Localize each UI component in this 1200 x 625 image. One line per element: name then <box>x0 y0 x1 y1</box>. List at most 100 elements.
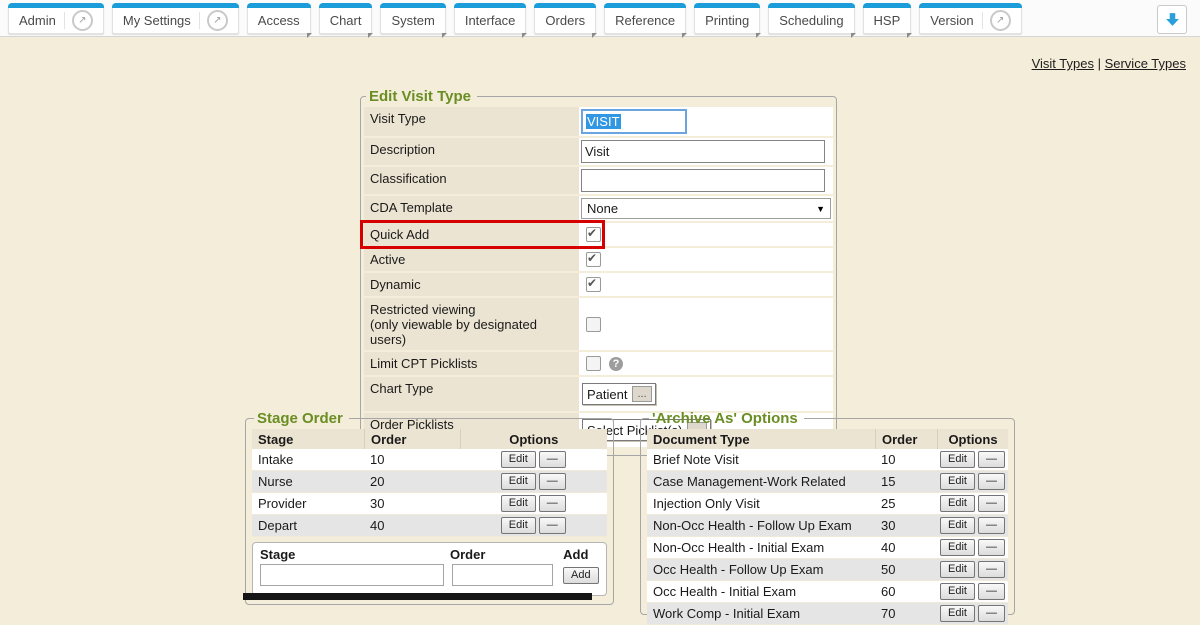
options-cell: Edit— <box>937 581 1008 602</box>
top-navbar: Admin ↗ My Settings ↗ Access Chart System Inter… <box>0 0 1200 37</box>
nav-tab-my-settings[interactable]: My Settings ↗ <box>112 3 239 34</box>
classification-input[interactable] <box>581 169 825 192</box>
nav-tab-system[interactable]: System <box>380 3 445 34</box>
nav-tab-access[interactable]: Access <box>247 3 311 34</box>
remove-button[interactable]: — <box>978 539 1005 556</box>
remove-button[interactable]: — <box>978 583 1005 600</box>
nav-collapse-button[interactable] <box>1157 5 1187 34</box>
download-arrow-icon <box>1164 11 1181 28</box>
help-icon[interactable]: ? <box>609 357 623 371</box>
nav-tab-label: My Settings <box>123 13 191 28</box>
quick-add-checkbox[interactable] <box>586 227 601 242</box>
edit-button[interactable]: Edit <box>940 561 975 578</box>
field-value-cell <box>579 167 833 194</box>
edit-button[interactable]: Edit <box>940 517 975 534</box>
options-cell: Edit— <box>937 515 1008 536</box>
nav-tabs: Admin ↗ My Settings ↗ Access Chart System Inter… <box>8 3 1022 34</box>
description-input[interactable]: Visit <box>581 140 825 163</box>
edit-button[interactable]: Edit <box>940 583 975 600</box>
dynamic-checkbox[interactable] <box>586 277 601 292</box>
table-row: Work Comp - Initial Exam70Edit— <box>647 603 1008 625</box>
field-label: Active <box>364 248 579 271</box>
nav-tab-admin[interactable]: Admin ↗ <box>8 3 104 34</box>
field-label: Classification <box>364 167 579 194</box>
edit-button[interactable]: Edit <box>940 473 975 490</box>
edit-button[interactable]: Edit <box>940 451 975 468</box>
document-type-cell: Occ Health - Initial Exam <box>647 582 875 601</box>
edit-button[interactable]: Edit <box>940 605 975 622</box>
remove-button[interactable]: — <box>978 495 1005 512</box>
nav-tab-label: Orders <box>545 13 585 28</box>
remove-button[interactable]: — <box>539 473 566 490</box>
document-type-cell: Work Comp - Initial Exam <box>647 604 875 623</box>
submenu-fold-icon <box>682 33 687 38</box>
remove-button[interactable]: — <box>539 517 566 534</box>
add-stage-button[interactable]: Add <box>563 567 599 584</box>
field-value-cell <box>579 273 833 296</box>
field-value-cell <box>579 298 833 350</box>
form-row-active: Active <box>364 248 833 273</box>
remove-button[interactable]: — <box>978 517 1005 534</box>
edit-visit-type-fieldset: Edit Visit Type Visit TypeVISITDescripti… <box>360 88 837 456</box>
edit-button[interactable]: Edit <box>940 495 975 512</box>
nav-tab-label: Admin <box>19 13 56 28</box>
remove-button[interactable]: — <box>539 451 566 468</box>
field-label-text: Quick Add <box>370 227 575 242</box>
nav-tab-hsp[interactable]: HSP <box>863 3 912 34</box>
submenu-fold-icon <box>592 33 597 38</box>
new-order-input[interactable] <box>452 564 553 586</box>
remove-button[interactable]: — <box>978 605 1005 622</box>
visit-types-link[interactable]: Visit Types <box>1032 56 1094 71</box>
submenu-fold-icon <box>851 33 856 38</box>
edit-button[interactable]: Edit <box>501 451 536 468</box>
new-stage-input[interactable] <box>260 564 444 586</box>
document-type-cell: Non-Occ Health - Follow Up Exam <box>647 516 875 535</box>
submenu-fold-icon <box>907 33 912 38</box>
picker-value: Patient <box>587 387 627 402</box>
restricted-viewing-checkbox[interactable] <box>586 317 601 332</box>
field-value-cell <box>579 248 833 271</box>
active-checkbox[interactable] <box>586 252 601 267</box>
edit-button[interactable]: Edit <box>501 517 536 534</box>
clipped-dark-bar <box>243 593 592 600</box>
ellipsis-button[interactable]: ... <box>632 386 651 402</box>
remove-button[interactable]: — <box>978 561 1005 578</box>
nav-tab-printing[interactable]: Printing <box>694 3 760 34</box>
link-separator: | <box>1094 56 1105 71</box>
form-row-quick-add: Quick Add <box>364 223 833 248</box>
nav-tab-chart[interactable]: Chart <box>319 3 373 34</box>
field-label-text: Restricted viewing <box>370 302 575 317</box>
nav-tab-interface[interactable]: Interface <box>454 3 527 34</box>
order-cell: 30 <box>364 494 460 513</box>
document-type-cell: Injection Only Visit <box>647 494 875 513</box>
limit-cpt-picklists-checkbox[interactable] <box>586 356 601 371</box>
col-order: Order <box>875 429 937 449</box>
options-cell: Edit— <box>937 471 1008 492</box>
nav-tab-label: Chart <box>330 13 362 28</box>
options-cell: Edit— <box>937 559 1008 580</box>
nav-tab-reference[interactable]: Reference <box>604 3 686 34</box>
remove-button[interactable]: — <box>978 451 1005 468</box>
external-link-icon[interactable]: ↗ <box>990 10 1011 31</box>
stage-table-header: Stage Order Options <box>252 429 607 449</box>
remove-button[interactable]: — <box>539 495 566 512</box>
nav-tab-orders[interactable]: Orders <box>534 3 596 34</box>
edit-button[interactable]: Edit <box>501 473 536 490</box>
external-link-icon[interactable]: ↗ <box>72 10 93 31</box>
chart-type-picker[interactable]: Patient... <box>582 383 656 405</box>
visit-type-input[interactable]: VISIT <box>581 109 687 134</box>
remove-button[interactable]: — <box>978 473 1005 490</box>
chevron-down-icon: ▼ <box>816 204 825 214</box>
service-types-link[interactable]: Service Types <box>1105 56 1186 71</box>
nav-tab-scheduling[interactable]: Scheduling <box>768 3 854 34</box>
table-row: Non-Occ Health - Initial Exam40Edit— <box>647 537 1008 559</box>
nav-tab-version[interactable]: Version↗ <box>919 3 1021 34</box>
edit-button[interactable]: Edit <box>940 539 975 556</box>
order-cell: 10 <box>364 450 460 469</box>
edit-button[interactable]: Edit <box>501 495 536 512</box>
cda-template-select[interactable]: None▼ <box>581 198 831 219</box>
tab-divider <box>199 12 200 29</box>
stage-cell: Depart <box>252 516 364 535</box>
external-link-icon[interactable]: ↗ <box>207 10 228 31</box>
table-row: Intake10Edit— <box>252 449 607 471</box>
